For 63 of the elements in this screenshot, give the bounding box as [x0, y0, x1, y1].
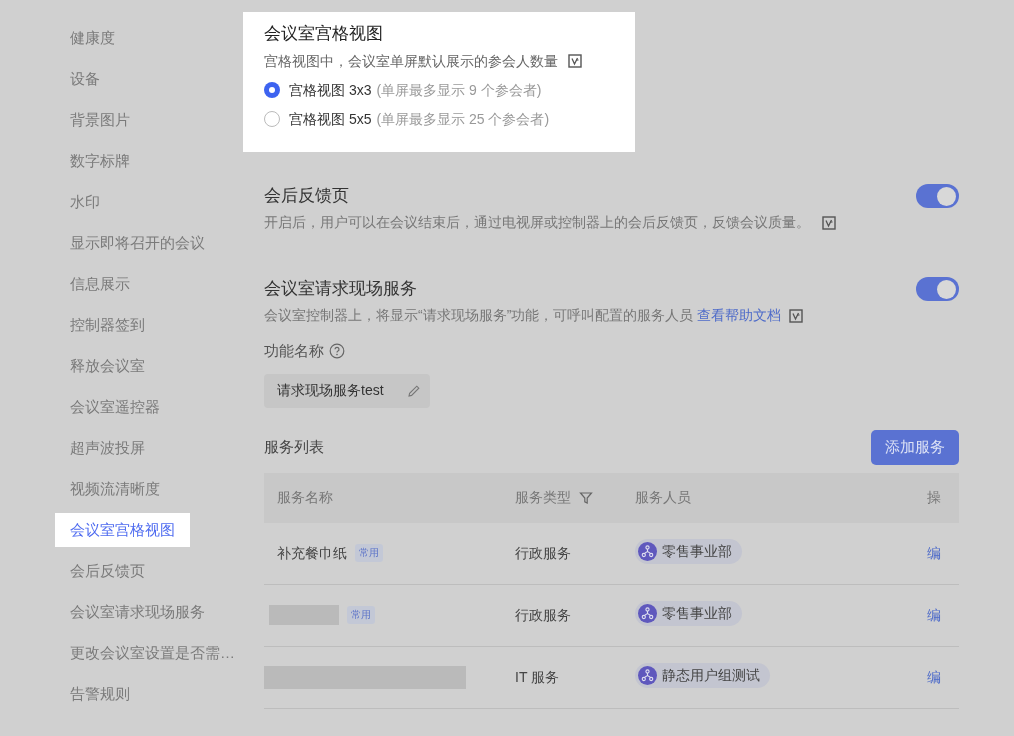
staff-chip: 零售事业部 [635, 538, 742, 564]
sidebar-item[interactable]: 会后反馈页 [55, 554, 145, 588]
sidebar-item[interactable]: 背景图片 [55, 103, 130, 137]
option-hint: (单屏最多显示 9 个参会者) [376, 81, 542, 100]
sidebar-item[interactable]: 更改会议室设置是否需… [55, 636, 235, 670]
edit-box-icon[interactable] [822, 215, 836, 230]
tag: 常用 [347, 606, 375, 624]
list-title: 服务列表 [264, 436, 324, 457]
column-header[interactable]: 服务人员 [635, 487, 691, 508]
section-description: 会议室控制器上，将显示“请求现场服务”功能，可呼叫配置的服务人员 [264, 306, 694, 325]
column-header[interactable]: 服务名称 [277, 487, 333, 508]
edit-box-icon[interactable] [568, 54, 582, 68]
sidebar-item[interactable]: 信息展示 [55, 267, 130, 301]
staff-chip: 静态用户组测试 [635, 662, 770, 688]
field-label: 功能名称 [264, 341, 324, 361]
section-title: 会议室宫格视图 [264, 23, 384, 45]
sidebar-item[interactable]: 告警规则 [55, 677, 130, 711]
toggle-switch[interactable] [916, 277, 959, 301]
sidebar-item[interactable]: 水印 [55, 185, 100, 219]
table-cell: 行政服务 [515, 545, 571, 561]
edit-link[interactable]: 编 [927, 545, 941, 561]
sidebar-item[interactable]: 数字标牌 [55, 144, 130, 178]
sidebar-item[interactable]: 健康度 [55, 21, 115, 55]
toggle-switch[interactable] [916, 184, 959, 208]
filter-icon[interactable] [579, 490, 593, 505]
org-icon [638, 541, 657, 561]
table-cell: 行政服务 [515, 607, 571, 623]
sidebar-item[interactable]: 视频流清晰度 [55, 472, 160, 506]
radio-option[interactable]: 宫格视图 5x5 (单屏最多显示 25 个参会者) [264, 109, 635, 129]
org-icon [638, 603, 657, 623]
sidebar-item[interactable]: 控制器签到 [55, 308, 145, 342]
section-title: 会后反馈页 [264, 185, 349, 207]
column-header[interactable]: 服务类型 [515, 487, 593, 508]
option-label: 宫格视图 3x3 [289, 81, 372, 100]
add-service-button[interactable]: 添加服务 [871, 429, 959, 465]
pencil-icon[interactable] [407, 383, 421, 398]
radio-button[interactable] [264, 111, 280, 127]
help-link[interactable]: 查看帮助文档 [697, 305, 782, 326]
edit-link[interactable]: 编 [927, 607, 941, 623]
help-icon[interactable] [329, 343, 345, 360]
tag: 常用 [355, 544, 383, 562]
section-description: 宫格视图中，会议室单屏默认展示的参会人数量 [264, 52, 558, 71]
edit-box-icon[interactable] [789, 308, 804, 323]
table-cell-text: 补充餐巾纸 [277, 543, 347, 563]
sidebar-item[interactable]: 释放会议室 [55, 349, 145, 383]
section-description: 开启后，用户可以在会议结束后，通过电视屏或控制器上的会后反馈页，反馈会议质量。 [264, 213, 810, 232]
sidebar-item[interactable]: 会议室遥控器 [55, 390, 160, 424]
option-label: 宫格视图 5x5 [289, 110, 372, 129]
sidebar-item[interactable]: 超声波投屏 [55, 431, 145, 465]
section-title: 会议室请求现场服务 [264, 278, 417, 300]
sidebar-item[interactable]: 会议室宫格视图 [55, 513, 190, 547]
edit-link[interactable]: 编 [927, 669, 941, 685]
sidebar-item[interactable]: 设备 [55, 62, 100, 96]
radio-button[interactable] [264, 82, 280, 98]
table-cell: IT 服务 [515, 669, 560, 685]
option-hint: (单屏最多显示 25 个参会者) [376, 110, 550, 129]
sidebar-item[interactable]: 会议室请求现场服务 [55, 595, 205, 629]
staff-chip: 零售事业部 [635, 600, 742, 626]
name-field[interactable]: 请求现场服务test [264, 373, 430, 408]
radio-option[interactable]: 宫格视图 3x3 (单屏最多显示 9 个参会者) [264, 80, 635, 100]
column-header[interactable]: 操 [927, 487, 941, 508]
sidebar-item[interactable]: 显示即将召开的会议 [55, 226, 205, 260]
org-icon [638, 665, 657, 685]
